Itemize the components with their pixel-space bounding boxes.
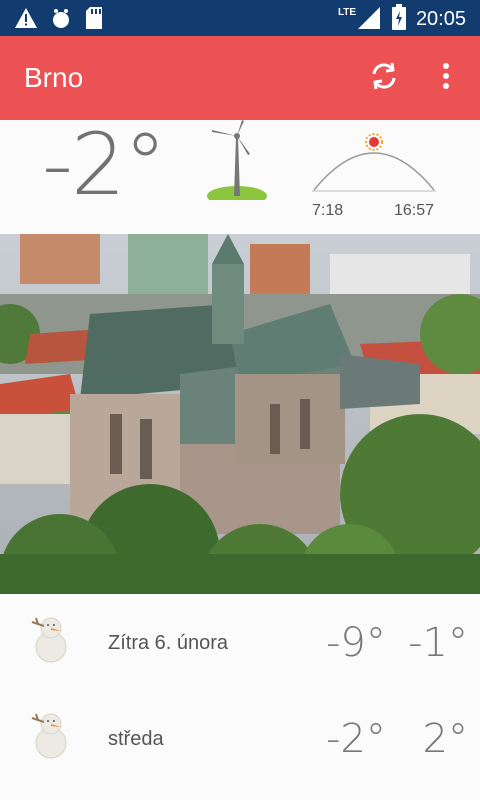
city-title: Brno — [24, 62, 84, 93]
current-temperature: -2° — [42, 115, 167, 215]
refresh-button[interactable] — [366, 60, 402, 96]
forecast-min-temp: -2° — [326, 716, 386, 762]
refresh-icon — [368, 60, 400, 97]
forecast-list: Zítra 6. února -9° -1° středa -2° 2° — [0, 594, 480, 800]
sd-card-icon — [84, 6, 104, 35]
forecast-max-temp: -1° — [408, 620, 468, 666]
status-bar: LTE 20:05 — [0, 0, 480, 36]
snowman-icon — [26, 614, 76, 669]
forecast-day: středa — [108, 728, 164, 750]
app-bar: Brno — [0, 36, 480, 120]
sunset-time: 16:57 — [394, 202, 435, 219]
warning-icon — [14, 7, 38, 34]
more-vert-icon — [442, 62, 450, 95]
forecast-row[interactable]: středa -2° 2° — [0, 690, 480, 786]
forecast-min-temp: -9° — [326, 620, 386, 666]
forecast-day: Zítra 6. února — [108, 632, 229, 654]
snowman-icon — [26, 710, 76, 765]
sun-arc-icon — [310, 132, 438, 201]
forecast-row[interactable]: Zítra 6. února -9° -1° — [0, 594, 480, 690]
city-photo — [0, 234, 480, 594]
forecast-max-temp: 2° — [422, 716, 468, 762]
battery-charging-icon — [391, 4, 406, 35]
lte-icon: LTE — [337, 6, 357, 18]
bug-icon — [50, 7, 72, 34]
sunrise-time: 7:18 — [312, 202, 344, 219]
status-time: 20:05 — [415, 8, 466, 30]
more-options-button[interactable] — [430, 60, 462, 96]
current-weather: -2° 7:18 16:57 — [0, 120, 480, 234]
wind-turbine-icon — [204, 120, 270, 206]
